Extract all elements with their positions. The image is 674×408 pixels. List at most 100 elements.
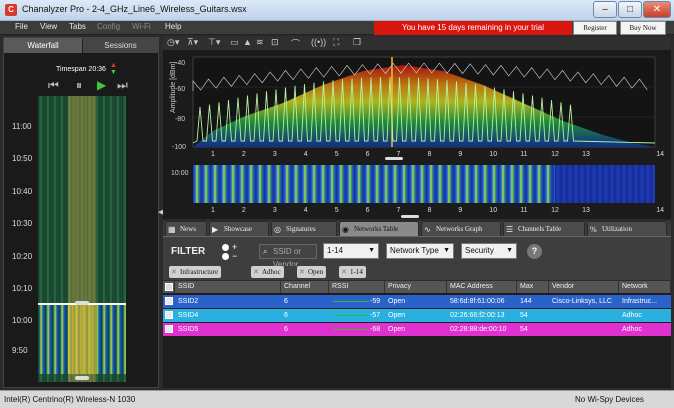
channel-label: 8 xyxy=(427,151,431,158)
column-header-rssi[interactable]: RSSI xyxy=(329,281,385,293)
fast-forward-icon[interactable]: ⏭ xyxy=(117,78,128,93)
minimize-button[interactable]: – xyxy=(593,1,617,18)
chip-infrastructure[interactable]: ✕ Infrastructure xyxy=(169,266,222,278)
broadcast-icon[interactable]: ((•)) xyxy=(311,37,326,47)
tab-waterfall[interactable]: Waterfall xyxy=(4,38,82,53)
column-header-network[interactable]: Network xyxy=(619,281,671,293)
menu-tabs[interactable]: Tabs xyxy=(69,22,86,31)
wifi-icon[interactable]: ⌒ xyxy=(291,37,300,50)
column-header-ssid[interactable]: SSID xyxy=(175,281,281,293)
chip-open[interactable]: ✕ Open xyxy=(297,266,327,278)
channel-label: 1 xyxy=(211,151,215,158)
security-value: Security xyxy=(465,246,494,255)
close-icon[interactable]: ✕ xyxy=(253,266,259,278)
select-all-checkbox[interactable] xyxy=(165,283,173,291)
column-header-vendor[interactable]: Vendor xyxy=(549,281,619,293)
arrow-up-icon[interactable]: ▲ xyxy=(110,62,117,69)
ssid-search-input[interactable]: ⌕ SSID or Vendor xyxy=(259,244,317,269)
help-button[interactable]: ? xyxy=(527,244,542,259)
close-button[interactable]: ✕ xyxy=(643,1,671,18)
skip-back-icon[interactable]: ⏮ xyxy=(48,78,59,93)
fullscreen-icon[interactable]: ⛶ xyxy=(333,37,339,48)
planar-icon[interactable]: ≋ xyxy=(256,37,264,48)
filter-exclude-radio[interactable] xyxy=(222,253,229,260)
menu-config[interactable]: Config xyxy=(97,22,120,31)
close-icon[interactable]: ✕ xyxy=(341,266,347,278)
menu-file[interactable]: File xyxy=(15,22,28,31)
table-row[interactable]: SSID5 6 -68 Open 02:28:88:de:00:10 54 Ad… xyxy=(163,323,671,336)
chip-adhoc[interactable]: ✕ Adhoc xyxy=(251,266,284,278)
chip-label: Open xyxy=(308,268,324,276)
tab-channels-table[interactable]: ☰ Channels Table xyxy=(503,221,585,236)
channel-label: 9 xyxy=(458,151,462,158)
tab-utilization[interactable]: % Utilization xyxy=(587,221,667,236)
window-icon[interactable]: ▭ xyxy=(230,37,239,48)
channel-label: 14 xyxy=(656,151,664,158)
row-checkbox[interactable] xyxy=(165,311,173,319)
column-header-channel[interactable]: Channel xyxy=(281,281,329,293)
row-checkbox-cell[interactable] xyxy=(163,309,175,322)
cell-network: Adhoc xyxy=(622,312,642,319)
filter-icon[interactable]: ⊼▾ xyxy=(187,37,198,48)
clock-icon[interactable]: ◷▾ xyxy=(167,37,179,48)
network-type-select[interactable]: Network Type ▼ xyxy=(386,243,454,259)
spectrum-graph-area[interactable]: Amplitude [dBm] -40 -60 -80 -100 1234567… xyxy=(163,51,671,219)
row-checkbox[interactable] xyxy=(165,297,173,305)
chip-channel-range[interactable]: ✕ 1-14 xyxy=(339,266,366,278)
chevron-down-icon: ▼ xyxy=(443,247,450,254)
register-button[interactable]: Register xyxy=(573,21,617,35)
waterfall-resize-handle xyxy=(401,215,419,218)
column-header-max[interactable]: Max xyxy=(517,281,549,293)
filter-include-radio[interactable] xyxy=(222,244,229,251)
table-row[interactable]: SSID2 6 -59 Open 58:6d:8f:61:00:06 144 C… xyxy=(163,295,671,308)
waterfall-time-label: 10:00 xyxy=(171,170,189,177)
menu-help[interactable]: Help xyxy=(165,22,181,31)
left-panel: Waterfall Sessions Timespan 20:36 ▲ ▼ ⏮ … xyxy=(3,37,159,388)
tab-sessions[interactable]: Sessions xyxy=(82,38,158,53)
cell-channel: 6 xyxy=(284,298,288,305)
channel-label: 8 xyxy=(427,207,431,214)
trial-banner: You have 15 days remaining in your trial xyxy=(374,21,572,35)
time-label: 10:50 xyxy=(12,154,33,163)
close-icon[interactable]: ✕ xyxy=(299,266,305,278)
select-all-header[interactable] xyxy=(163,281,175,293)
time-label: 10:10 xyxy=(12,284,33,293)
networks-graph-icon: ∿ xyxy=(424,225,431,234)
row-checkbox-cell[interactable] xyxy=(163,295,175,308)
minus-icon[interactable]: − xyxy=(232,251,237,261)
menu-wifi[interactable]: Wi-Fi xyxy=(132,22,151,31)
tab-signatures[interactable]: ◎ Signatures xyxy=(271,221,337,236)
row-checkbox[interactable] xyxy=(165,325,173,333)
menu-view[interactable]: View xyxy=(40,22,57,31)
marker-icon[interactable]: ⊤▾ xyxy=(208,37,220,48)
table-row[interactable]: SSID4 6 -57 Open 02:26:66:f2:00:13 54 Ad… xyxy=(163,309,671,322)
security-select[interactable]: Security ▼ xyxy=(461,243,517,259)
waterfall-top-handle[interactable] xyxy=(75,301,89,305)
tab-label: Signatures xyxy=(286,225,316,233)
maximize-button[interactable]: □ xyxy=(618,1,642,18)
waterfall-view[interactable] xyxy=(38,96,126,382)
tab-networks-table[interactable]: ◉ Networks Table xyxy=(339,221,419,236)
chip-label: 1-14 xyxy=(350,268,363,276)
tab-news[interactable]: ▦ News xyxy=(165,221,207,236)
cell-max: 54 xyxy=(520,312,528,319)
buy-now-button[interactable]: Buy Now xyxy=(620,21,666,35)
column-header-mac[interactable]: MAC Address xyxy=(447,281,517,293)
density-icon[interactable]: ▲ xyxy=(243,37,252,47)
channel-range-select[interactable]: 1-14 ▼ xyxy=(323,243,379,259)
channel-label: 10 xyxy=(489,207,497,214)
detach-icon[interactable]: ❐ xyxy=(353,37,361,48)
close-icon[interactable]: ✕ xyxy=(171,266,177,278)
column-header-privacy[interactable]: Privacy xyxy=(385,281,447,293)
pause-icon[interactable]: ⏸ xyxy=(76,78,82,93)
arrow-down-icon[interactable]: ▼ xyxy=(110,69,117,76)
row-checkbox-cell[interactable] xyxy=(163,323,175,336)
scan-icon[interactable]: ⊡ xyxy=(271,37,279,48)
y-tick: -60 xyxy=(175,86,185,93)
rssi-sparkline xyxy=(333,301,369,302)
tab-showcase[interactable]: ▶ Showcase xyxy=(209,221,269,236)
tab-networks-graph[interactable]: ∿ Networks Graph xyxy=(421,221,501,236)
waterfall-bottom-handle[interactable] xyxy=(75,376,89,380)
cell-max: 144 xyxy=(520,298,532,305)
play-icon[interactable]: ▶ xyxy=(97,78,106,92)
